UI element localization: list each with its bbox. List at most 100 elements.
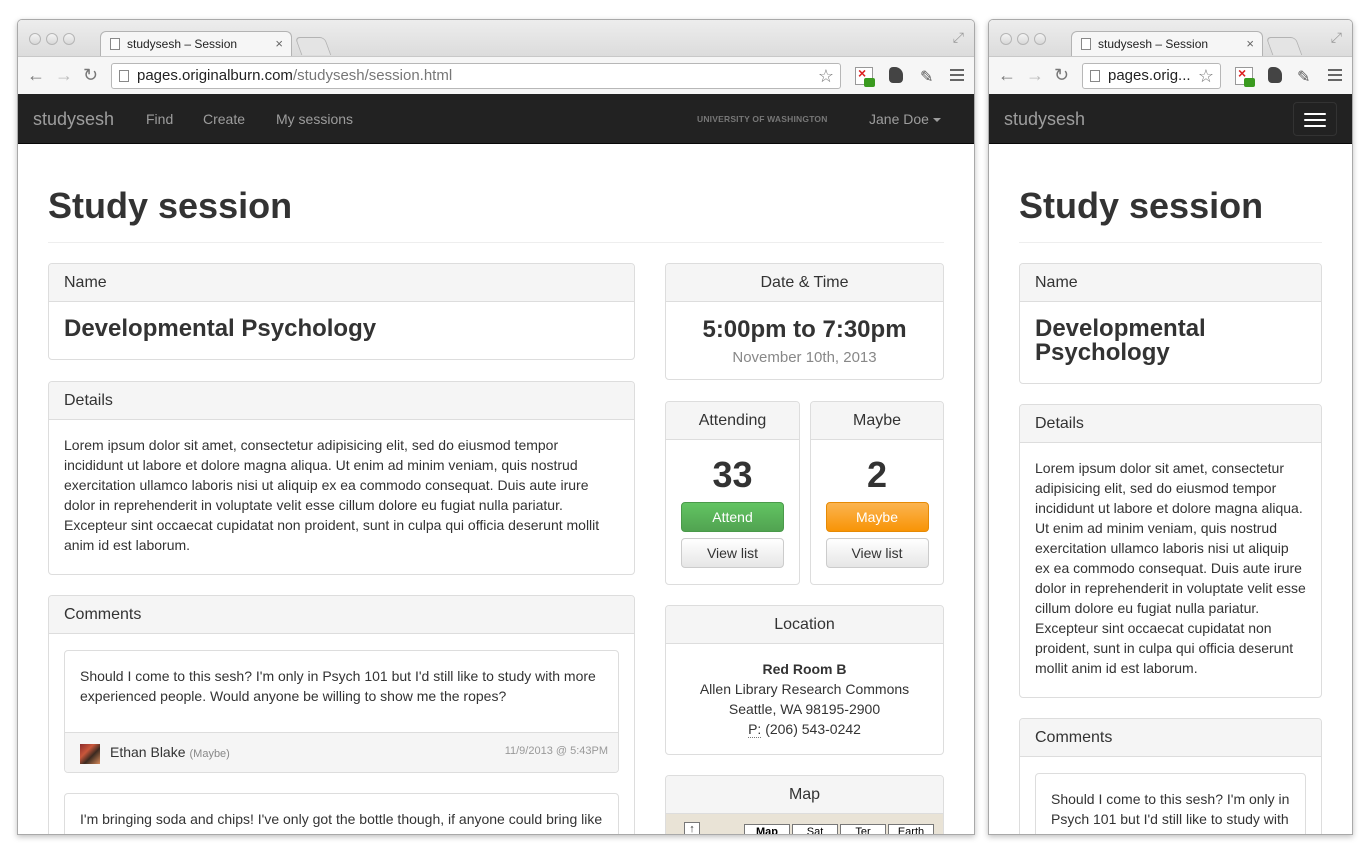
panel-heading: Comments [49,596,634,634]
bookmark-star-icon[interactable]: ☆ [1198,64,1214,88]
name-panel: Name Developmental Psychology [1019,263,1322,384]
attending-count: 33 [712,454,753,495]
map-panel: Map ↑ Map Sat Ter Earth [665,775,944,834]
url-truncated: pages.orig... [1108,67,1191,84]
hamburger-menu-icon[interactable] [1293,102,1337,136]
browser-toolbar: ← → ↻ pages.originalburn.com/studysesh/s… [18,56,974,94]
map-pan-up-icon[interactable]: ↑ [684,822,700,834]
browser-toolbar: ← → ↻ pages.orig... ☆ ✎ [989,56,1352,94]
fullscreen-icon[interactable]: ⤢ [953,29,964,46]
bookmark-star-icon[interactable]: ☆ [818,64,834,88]
location-panel: Location Red Room B Allen Library Resear… [665,605,944,755]
reload-icon[interactable]: ↻ [1054,65,1069,85]
fullscreen-icon[interactable]: ⤢ [1331,29,1342,46]
site-brand[interactable]: studysesh [33,109,114,130]
rsvp-status: (Maybe) [189,748,230,760]
maybe-button[interactable]: Maybe [825,502,929,532]
session-date: November 10th, 2013 [732,349,877,366]
comment-item: Should I come to this sesh? I'm only in … [64,650,619,773]
session-name: Developmental Psychology [1035,315,1206,366]
author-name: Ethan Blake [110,744,186,760]
panel-heading: Maybe [811,402,943,440]
browser-tab[interactable]: studysesh – Session × [1071,31,1263,57]
user-menu[interactable]: Jane Doe [869,111,941,127]
new-tab-button[interactable] [294,37,332,55]
attending-panel: Attending 33 Attend View list [665,401,800,585]
browser-menu-icon[interactable] [950,69,964,84]
panel-heading: Comments [1020,719,1321,757]
comment-text: Should I come to this sesh? I'm only in … [80,668,596,704]
session-name: Developmental Psychology [64,315,377,342]
session-time: 5:00pm to 7:30pm [702,316,907,343]
extension-eyedropper-icon[interactable]: ✎ [920,67,938,86]
browser-window-mobile: studysesh – Session × ⤢ ← → ↻ pages.orig… [988,19,1353,835]
panel-heading: Details [1020,405,1321,443]
phone-label: P: [748,721,762,738]
maybe-panel: Maybe 2 Maybe View list [810,401,944,585]
panel-heading: Location [666,606,943,644]
details-text: Lorem ipsum dolor sit amet, consectetur … [1035,460,1306,676]
tab-close-icon[interactable]: × [275,32,283,56]
panel-heading: Details [49,382,634,420]
nav-link-find[interactable]: Find [146,111,173,127]
comment-footer: Ethan Blake (Maybe) 11/9/2013 @ 5:43PM [65,732,618,772]
divider [1019,242,1322,243]
extension-eyedropper-icon[interactable]: ✎ [1297,67,1315,86]
zoom-window-button[interactable] [1034,33,1046,45]
window-controls [1000,33,1046,45]
nav-link-my-sessions[interactable]: My sessions [276,111,353,127]
site-brand[interactable]: studysesh [1004,109,1085,130]
url-path: /studysesh/session.html [292,67,453,84]
details-text: Lorem ipsum dolor sit amet, consectetur … [64,437,600,553]
comment-author[interactable]: Ethan Blake (Maybe) [110,744,230,760]
minimize-window-button[interactable] [46,33,58,45]
view-maybe-list-button[interactable]: View list [825,538,929,568]
view-attending-list-button[interactable]: View list [681,538,784,568]
back-arrow-icon[interactable]: ← [998,65,1016,85]
close-window-button[interactable] [1000,33,1012,45]
user-name: Jane Doe [869,111,929,127]
map-type-map-button[interactable]: Map [744,824,790,834]
map-type-ter-button[interactable]: Ter [840,824,886,834]
maybe-count: 2 [866,454,888,495]
comment-text: Should I come to this sesh? I'm only in … [1051,791,1290,834]
comment-item: I'm bringing soda and chips! I've only g… [64,793,619,834]
map-view[interactable]: ↑ Map Sat Ter Earth [666,814,943,834]
url-host: pages.originalburn.com [137,67,293,84]
extension-blocker-icon[interactable] [855,65,875,87]
reload-icon[interactable]: ↻ [83,65,98,85]
location-building: Allen Library Research Commons [699,681,910,697]
avatar [80,744,100,764]
browser-menu-icon[interactable] [1328,69,1342,84]
datetime-panel: Date & Time 5:00pm to 7:30pm November 10… [665,263,944,380]
forward-arrow-icon[interactable]: → [1026,65,1044,85]
back-arrow-icon[interactable]: ← [27,65,45,85]
map-type-sat-button[interactable]: Sat [792,824,838,834]
nav-link-create[interactable]: Create [203,111,245,127]
tab-close-icon[interactable]: × [1246,32,1254,56]
window-controls [29,33,75,45]
tab-title: studysesh – Session [1098,37,1209,51]
zoom-window-button[interactable] [63,33,75,45]
attend-button[interactable]: Attend [681,502,784,532]
minimize-window-button[interactable] [1017,33,1029,45]
details-panel: Details Lorem ipsum dolor sit amet, cons… [1019,404,1322,698]
extension-evernote-icon[interactable] [1268,67,1282,83]
location-room: Red Room B [762,661,847,677]
browser-tab[interactable]: studysesh – Session × [100,31,292,57]
forward-arrow-icon[interactable]: → [55,65,73,85]
tab-title: studysesh – Session [127,37,238,51]
extension-blocker-icon[interactable] [1235,65,1255,87]
close-window-button[interactable] [29,33,41,45]
map-type-earth-button[interactable]: Earth [888,824,934,834]
site-navbar: studysesh Find Create My sessions UNIVER… [18,94,974,144]
university-label: UNIVERSITY OF WASHINGTON [697,114,828,124]
new-tab-button[interactable] [1265,37,1303,55]
address-bar[interactable]: pages.orig... ☆ [1082,63,1221,89]
address-bar[interactable]: pages.originalburn.com/studysesh/session… [111,63,841,89]
extension-evernote-icon[interactable] [889,67,903,83]
browser-window-desktop: studysesh – Session × ⤢ ← → ↻ pages.orig… [17,19,975,835]
comments-panel: Comments Should I come to this sesh? I'm… [48,595,635,834]
title-bar: studysesh – Session × ⤢ [989,20,1352,57]
divider [48,242,944,243]
